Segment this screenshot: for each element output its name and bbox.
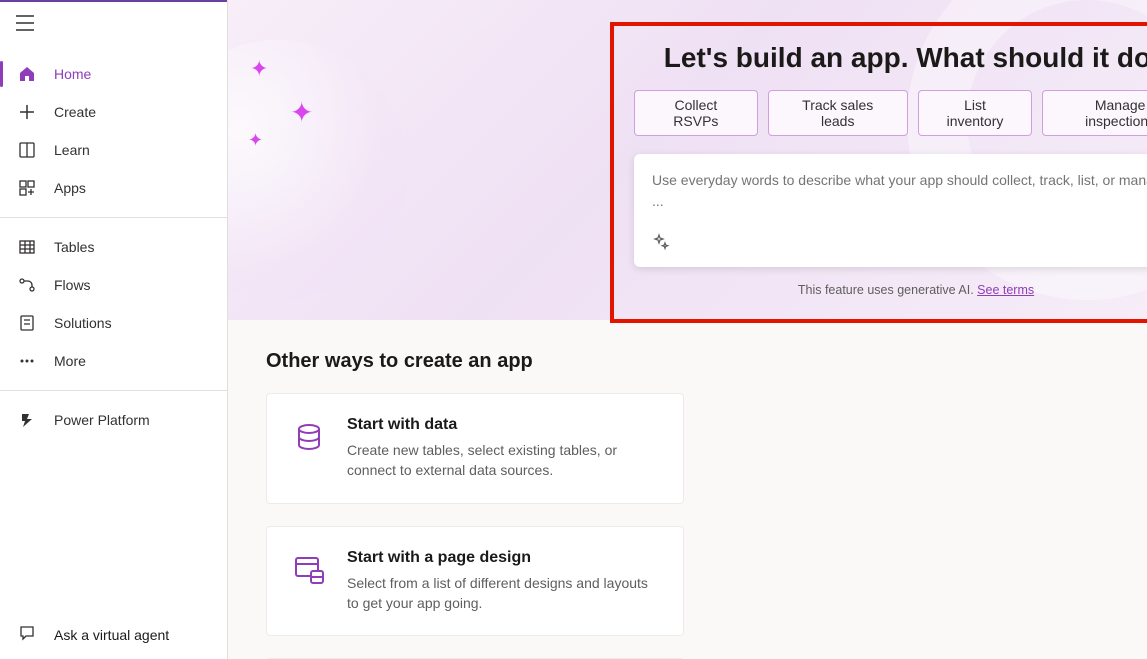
- sidebar-item-label: Create: [54, 104, 96, 120]
- card-desc: Create new tables, select existing table…: [347, 440, 659, 481]
- other-ways-section: Other ways to create an app Start with d…: [228, 320, 1147, 659]
- ask-virtual-agent[interactable]: Ask a virtual agent: [0, 610, 227, 659]
- sidebar-item-power-platform[interactable]: Power Platform: [0, 401, 227, 439]
- table-icon: [18, 238, 36, 256]
- hero-title: Let's build an app. What should it do?: [634, 42, 1147, 74]
- sidebar-item-label: Tables: [54, 239, 94, 255]
- book-icon: [18, 141, 36, 159]
- sidebar-item-create[interactable]: Create: [0, 93, 227, 131]
- apps-icon: [18, 179, 36, 197]
- sidebar: Home Create Learn Apps Tables: [0, 0, 228, 659]
- sidebar-item-label: More: [54, 353, 86, 369]
- card-title: Start with a page design: [347, 549, 659, 567]
- sidebar-item-solutions[interactable]: Solutions: [0, 304, 227, 342]
- sidebar-item-label: Solutions: [54, 315, 112, 331]
- sidebar-item-label: Home: [54, 66, 91, 82]
- chip-manage-inspections[interactable]: Manage inspections: [1042, 90, 1147, 136]
- hamburger-icon: [16, 14, 34, 32]
- other-heading: Other ways to create an app: [266, 350, 1109, 373]
- sidebar-item-flows[interactable]: Flows: [0, 266, 227, 304]
- card-start-with-data[interactable]: Start with data Create new tables, selec…: [266, 393, 684, 504]
- page-design-icon: [291, 553, 327, 589]
- home-icon: [18, 65, 36, 83]
- solutions-icon: [18, 314, 36, 332]
- sidebar-item-learn[interactable]: Learn: [0, 131, 227, 169]
- power-platform-icon: [18, 411, 36, 429]
- card-title: Start with data: [347, 416, 659, 434]
- main-content: ✦ ✦ ✦ Let's build an app. What should it…: [228, 0, 1147, 659]
- divider: [0, 390, 227, 391]
- prompt-placeholder: Use everyday words to describe what your…: [652, 170, 1147, 214]
- chip-collect-rsvps[interactable]: Collect RSVPs: [634, 90, 758, 136]
- divider: [0, 217, 227, 218]
- hamburger-button[interactable]: [0, 0, 227, 49]
- sidebar-item-label: Power Platform: [54, 412, 150, 428]
- hero-highlighted-box: Let's build an app. What should it do? C…: [610, 22, 1147, 323]
- sidebar-item-home[interactable]: Home: [0, 55, 227, 93]
- more-icon: [18, 352, 36, 370]
- card-start-with-page-design[interactable]: Start with a page design Select from a l…: [266, 526, 684, 637]
- terms-text: This feature uses generative AI. See ter…: [634, 283, 1147, 297]
- chip-list-inventory[interactable]: List inventory: [918, 90, 1033, 136]
- database-icon: [291, 420, 327, 456]
- chat-icon: [18, 624, 36, 645]
- see-terms-link[interactable]: See terms: [977, 283, 1034, 297]
- flow-icon: [18, 276, 36, 294]
- prompt-input-box[interactable]: Use everyday words to describe what your…: [634, 154, 1147, 267]
- plus-icon: [18, 103, 36, 121]
- sidebar-item-label: Learn: [54, 142, 90, 158]
- chip-track-sales[interactable]: Track sales leads: [768, 90, 908, 136]
- sidebar-item-label: Flows: [54, 277, 91, 293]
- sidebar-item-label: Apps: [54, 180, 86, 196]
- ask-agent-label: Ask a virtual agent: [54, 627, 169, 643]
- sidebar-item-apps[interactable]: Apps: [0, 169, 227, 207]
- sidebar-item-tables[interactable]: Tables: [0, 228, 227, 266]
- suggestion-chips: Collect RSVPs Track sales leads List inv…: [634, 90, 1147, 136]
- sparkle-icon[interactable]: [652, 233, 670, 256]
- card-desc: Select from a list of different designs …: [347, 573, 659, 614]
- sidebar-item-more[interactable]: More: [0, 342, 227, 380]
